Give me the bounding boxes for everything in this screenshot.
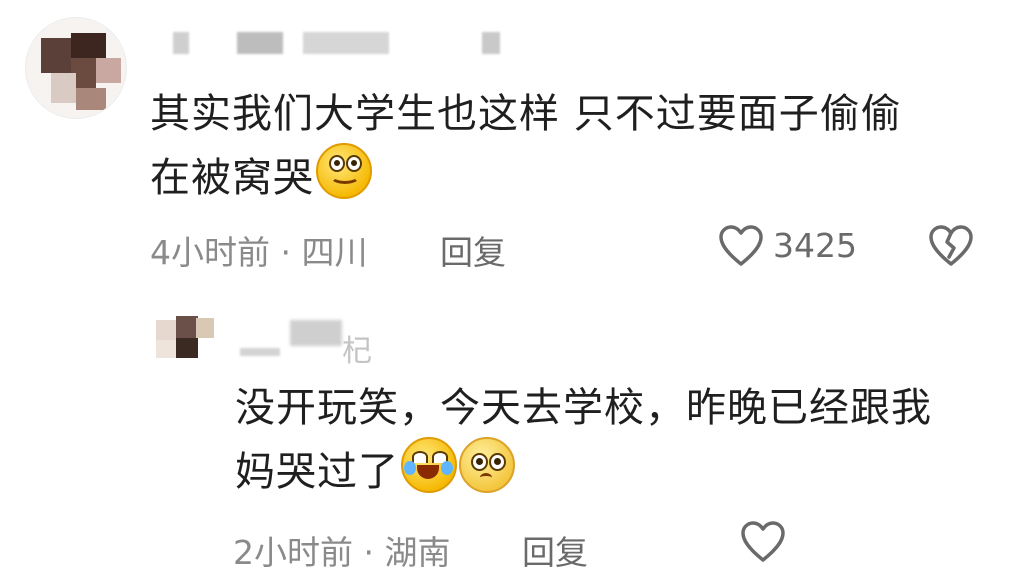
dislike-button[interactable] [928,224,974,268]
like-button[interactable] [740,520,786,564]
like-count: 3425 [773,226,857,265]
comment-text-line: 在被窝哭 [150,143,970,207]
username-blur[interactable] [303,32,389,54]
comment-text: 其实我们大学生也这样 只不过要面子偷偷 在被窝哭 [150,86,970,207]
broken-heart-icon [929,225,973,266]
heart-icon [719,225,763,266]
reply-time-location: 2小时前 · 湖南 [233,533,451,572]
comment-text-fragment: 在被窝哭 [150,155,314,201]
smile-emoji-icon [316,143,372,199]
reply-button[interactable]: 回复 [440,226,506,274]
avatar-pixel [176,316,198,338]
reply-username[interactable]: 杞 [342,326,372,370]
reply-avatar[interactable] [150,314,216,366]
comment-time-location: 4小时前 · 四川 [150,233,368,272]
pleading-emoji-icon [459,437,515,493]
reply-text-line: 没开玩笑，今天去学校，昨晚已经跟我 [235,385,932,431]
avatar-pixel [176,338,198,358]
avatar-pixel [51,73,76,103]
username-blur[interactable] [290,320,342,346]
username-blur[interactable] [482,32,500,54]
reply-text-line: 妈哭过了 [235,437,995,501]
username-blur[interactable] [173,32,189,54]
avatar-pixel [96,58,121,83]
like-button[interactable] [718,224,764,268]
reply-button[interactable]: 回复 [522,526,588,574]
avatar[interactable] [25,17,127,119]
emoji-mouth [417,465,439,479]
reply-text-fragment: 妈哭过了 [235,449,399,495]
avatar-pixel [156,320,176,340]
heart-icon [741,521,785,562]
username-blur[interactable] [237,32,283,54]
avatar-pixel [76,88,106,110]
avatar-pixel [41,38,71,73]
username-blur[interactable] [240,348,280,356]
reply-text: 没开玩笑，今天去学校，昨晚已经跟我 妈哭过了 [235,380,995,501]
avatar-pixel [71,33,106,58]
avatar-pixel [196,318,214,338]
crying-laughing-emoji-icon [401,437,457,493]
avatar-pixel [156,340,176,358]
comment-text-line: 其实我们大学生也这样 只不过要面子偷偷 [150,91,902,137]
emoji-mouth [480,473,492,482]
